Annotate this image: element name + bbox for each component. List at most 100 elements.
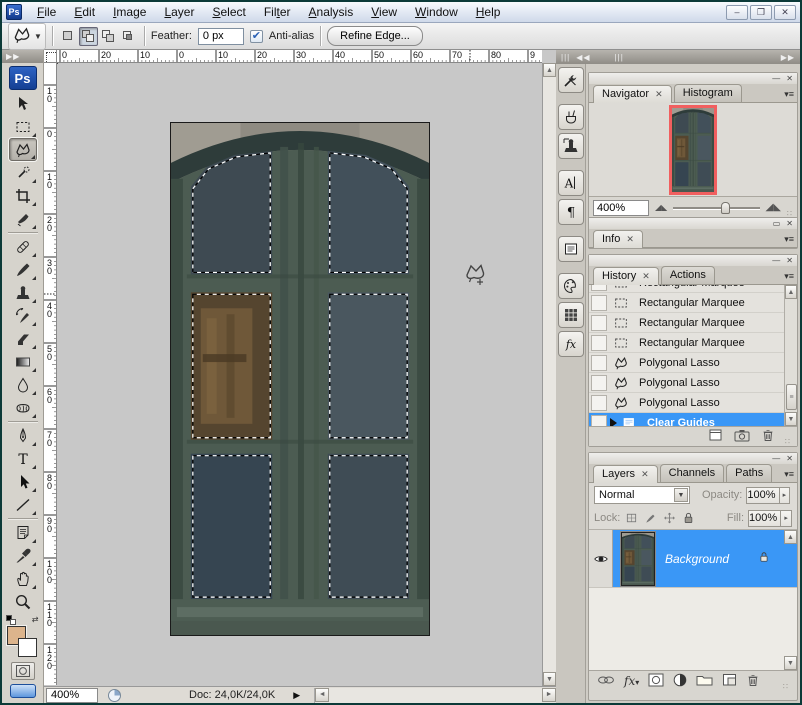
history-source-checkbox[interactable]	[591, 315, 607, 331]
menu-layer[interactable]: Layer	[155, 2, 203, 22]
history-source-checkbox[interactable]	[591, 395, 607, 411]
menu-analysis[interactable]: Analysis	[300, 2, 363, 22]
panel-resize-grip[interactable]: ∷	[785, 437, 791, 446]
tab-layers-channels[interactable]: Channels	[660, 464, 724, 482]
scroll-left-icon[interactable]: ◄	[315, 688, 329, 702]
work-area[interactable]	[57, 63, 542, 686]
tab-hist-history[interactable]: History ✕	[593, 267, 659, 285]
close-tab-icon[interactable]: ✕	[655, 89, 663, 99]
ruler-origin[interactable]	[44, 50, 57, 63]
panel-button-tool-presets[interactable]	[558, 67, 584, 93]
history-item[interactable]: Polygonal Lasso	[589, 353, 797, 373]
panel-button-character[interactable]: A	[558, 170, 584, 196]
clone-stamp-tool[interactable]	[9, 281, 37, 304]
quick-selection-tool[interactable]	[9, 161, 37, 184]
history-source-checkbox[interactable]	[591, 285, 607, 291]
spinner-icon[interactable]: ▸	[779, 488, 790, 503]
zoom-out-icon[interactable]: ◢◣	[655, 203, 667, 212]
status-flyout-icon[interactable]: ▶	[293, 690, 300, 701]
close-tab-icon[interactable]: ✕	[626, 234, 634, 244]
close-tab-icon[interactable]: ✕	[641, 469, 649, 479]
slider-thumb[interactable]	[721, 202, 730, 214]
history-item[interactable]: Rectangular Marquee	[589, 285, 797, 293]
opacity-value[interactable]: 100%▸	[746, 487, 790, 504]
move-tool[interactable]	[9, 92, 37, 115]
layer-visibility-toggle[interactable]	[589, 530, 613, 587]
panel-resize-grip[interactable]: ∷	[783, 682, 789, 691]
menu-edit[interactable]: Edit	[65, 2, 104, 22]
add-to-selection-button[interactable]	[79, 27, 98, 46]
tab-nav-navigator[interactable]: Navigator ✕	[593, 85, 672, 103]
panel-close-icon[interactable]: ✕	[786, 220, 793, 228]
lasso-tool[interactable]	[9, 138, 37, 161]
subtract-from-selection-button[interactable]	[99, 27, 118, 46]
panel-minimize-icon[interactable]: ▭	[773, 220, 781, 228]
layer-thumbnail[interactable]	[621, 532, 655, 586]
history-item[interactable]: Polygonal Lasso	[589, 373, 797, 393]
history-source-checkbox[interactable]	[591, 295, 607, 311]
history-source-checkbox[interactable]	[591, 335, 607, 351]
zoom-in-icon[interactable]: ◢◣	[766, 202, 781, 213]
intersect-selection-button[interactable]	[119, 27, 138, 46]
horizontal-ruler[interactable]: 02010010203040506070809	[57, 50, 542, 63]
restore-button[interactable]: ❐	[750, 5, 772, 20]
panel-close-icon[interactable]: ✕	[786, 75, 793, 83]
notes-tool[interactable]	[9, 521, 37, 544]
dock-header[interactable]: ||| ◀◀ ||| ▶▶	[556, 50, 800, 64]
tab-layers-paths[interactable]: Paths	[726, 464, 772, 482]
menu-image[interactable]: Image	[104, 2, 155, 22]
fill-value[interactable]: 100%▸	[748, 510, 792, 527]
close-tab-icon[interactable]: ✕	[642, 271, 650, 281]
panel-close-icon[interactable]: ✕	[786, 257, 793, 265]
toolbox-collapse-header[interactable]: ▶▶	[2, 50, 43, 63]
menu-filter[interactable]: Filter	[255, 2, 300, 22]
tool-preset-picker[interactable]: ▼	[8, 23, 46, 50]
new-group-icon[interactable]	[696, 673, 713, 689]
history-item[interactable]: Rectangular Marquee	[589, 293, 797, 313]
delete-layer-icon[interactable]	[746, 673, 760, 690]
history-item[interactable]: Rectangular Marquee	[589, 313, 797, 333]
panel-minimize-icon[interactable]: —	[772, 455, 780, 463]
lock-paint-icon[interactable]	[643, 510, 658, 526]
lock-position-icon[interactable]	[662, 510, 677, 526]
menu-view[interactable]: View	[362, 2, 406, 22]
panel-button-brushes[interactable]	[558, 104, 584, 130]
navigator-preview[interactable]	[589, 103, 797, 196]
healing-brush-tool[interactable]	[9, 235, 37, 258]
panel-menu-icon[interactable]: ▾≡	[784, 469, 794, 480]
tab-nav-histogram[interactable]: Histogram	[674, 84, 742, 102]
type-tool[interactable]: T	[9, 447, 37, 470]
panel-button-layer-comps[interactable]	[558, 236, 584, 262]
lock-transparency-icon[interactable]	[624, 510, 639, 526]
tab-hist-actions[interactable]: Actions	[661, 266, 715, 284]
scroll-down-icon[interactable]: ▼	[785, 412, 797, 426]
adjustment-layer-icon[interactable]	[673, 673, 687, 690]
brush-tool[interactable]	[9, 258, 37, 281]
quick-mask-button[interactable]	[11, 662, 35, 680]
navigator-zoom-slider[interactable]	[673, 201, 759, 215]
new-document-from-state-icon[interactable]	[708, 428, 724, 445]
tab-info-info[interactable]: Info ✕	[593, 230, 643, 248]
menu-file[interactable]: File	[28, 2, 65, 22]
scroll-right-icon[interactable]: ►	[542, 688, 556, 702]
horizontal-scrollbar[interactable]: ◄ ►	[314, 688, 556, 703]
history-brush-tool[interactable]	[9, 304, 37, 327]
scroll-down-icon[interactable]: ▼	[784, 656, 797, 670]
eraser-tool[interactable]	[9, 327, 37, 350]
background-color-swatch[interactable]	[18, 638, 37, 657]
panel-menu-icon[interactable]: ▾≡	[784, 271, 794, 282]
anti-alias-checkbox[interactable]: ✔	[250, 30, 263, 43]
history-item[interactable]: Rectangular Marquee	[589, 333, 797, 353]
navigator-view-box[interactable]	[669, 105, 717, 195]
rectangular-marquee-tool[interactable]	[9, 115, 37, 138]
line-tool[interactable]	[9, 493, 37, 516]
slice-tool[interactable]	[9, 207, 37, 230]
panel-minimize-icon[interactable]: —	[772, 75, 780, 83]
panel-menu-icon[interactable]: ▾≡	[784, 89, 794, 100]
history-item[interactable]: Clear Guides	[589, 413, 797, 426]
new-selection-button[interactable]	[59, 27, 78, 46]
zoom-level-input[interactable]	[46, 688, 98, 703]
blend-mode-select[interactable]: Normal▼	[594, 486, 690, 504]
crop-tool[interactable]	[9, 184, 37, 207]
zoom-tool[interactable]	[9, 590, 37, 613]
